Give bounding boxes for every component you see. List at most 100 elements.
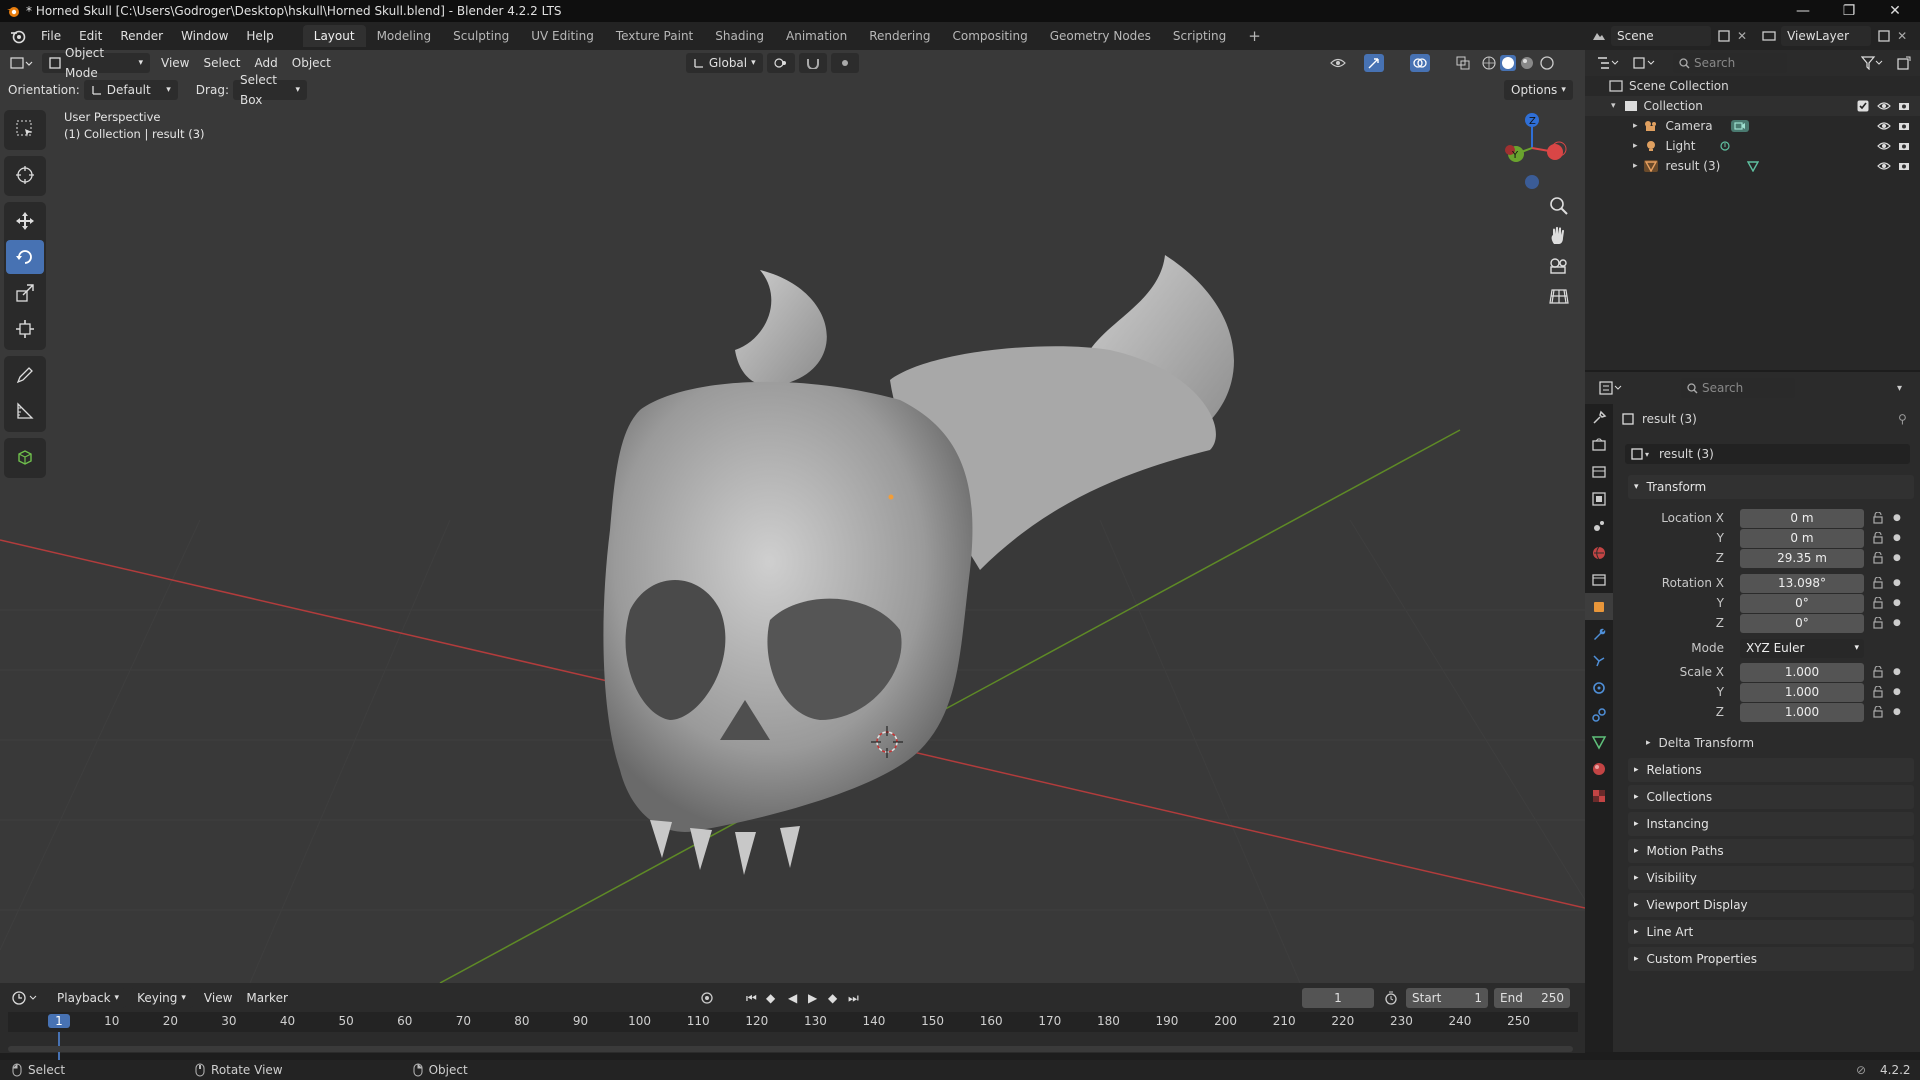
- visibility-panel-header[interactable]: ▸ Visibility: [1628, 866, 1914, 890]
- tab-view-layer[interactable]: [1585, 485, 1613, 512]
- mesh-data-icon[interactable]: [1747, 160, 1759, 172]
- relations-panel-header[interactable]: ▸ Relations: [1628, 758, 1914, 782]
- tab-constraints[interactable]: [1585, 701, 1613, 728]
- menu-window[interactable]: Window: [172, 25, 237, 47]
- menu-help[interactable]: Help: [237, 25, 282, 47]
- keyframe-dot-icon[interactable]: ●: [1893, 513, 1901, 523]
- editor-type-icon[interactable]: [10, 55, 34, 71]
- lock-icon[interactable]: [1873, 597, 1883, 609]
- minimize-button[interactable]: —: [1780, 0, 1826, 22]
- blender-menu-icon[interactable]: [10, 28, 26, 44]
- properties-search-input[interactable]: Search: [1681, 378, 1795, 398]
- render-camera-icon[interactable]: [1898, 160, 1910, 172]
- visibility-eye-icon[interactable]: [1877, 161, 1891, 171]
- annotate-tool[interactable]: [6, 358, 44, 392]
- keyframe-dot-icon[interactable]: ●: [1893, 598, 1901, 608]
- jump-end-icon[interactable]: ⏭: [848, 991, 859, 1006]
- render-camera-icon[interactable]: [1898, 100, 1910, 112]
- visibility-eye-icon[interactable]: [1877, 141, 1891, 151]
- keyframe-dot-icon[interactable]: ●: [1893, 578, 1901, 588]
- keyframe-dot-icon[interactable]: ●: [1893, 553, 1901, 563]
- tab-layout[interactable]: Layout: [302, 25, 366, 47]
- chevron-right-icon[interactable]: ▸: [1633, 161, 1638, 171]
- keyframe-dot-icon[interactable]: ●: [1893, 618, 1901, 628]
- jump-start-icon[interactable]: ⏮: [746, 991, 757, 1006]
- menu-select[interactable]: Select: [196, 56, 247, 70]
- cursor-tool[interactable]: [6, 158, 44, 192]
- tab-shading[interactable]: Shading: [704, 25, 775, 47]
- render-camera-icon[interactable]: [1898, 120, 1910, 132]
- lock-icon[interactable]: [1873, 512, 1883, 524]
- delta-transform-subpanel[interactable]: ▸ Delta Transform: [1642, 733, 1912, 753]
- timeline-view-menu[interactable]: View: [197, 991, 239, 1005]
- motion-paths-panel-header[interactable]: ▸ Motion Paths: [1628, 839, 1914, 863]
- display-mode-icon[interactable]: [1633, 56, 1655, 70]
- jump-keyframe-back-icon[interactable]: ◆: [766, 991, 775, 1005]
- lock-icon[interactable]: [1873, 532, 1883, 544]
- collections-panel-header[interactable]: ▸ Collections: [1628, 785, 1914, 809]
- exclude-checkbox-icon[interactable]: [1857, 100, 1869, 112]
- wireframe-shading-icon[interactable]: [1482, 56, 1496, 70]
- jump-keyframe-forward-icon[interactable]: ◆: [828, 991, 837, 1005]
- location-z-field[interactable]: 29.35 m: [1740, 548, 1864, 568]
- tab-data[interactable]: [1585, 728, 1613, 755]
- transform-tool[interactable]: [6, 312, 44, 346]
- perspective-toggle-icon[interactable]: [1548, 286, 1570, 306]
- play-icon[interactable]: ▶: [808, 991, 817, 1005]
- timeline-marker-menu[interactable]: Marker: [239, 991, 294, 1005]
- orientation-dropdown[interactable]: Default ▾: [83, 80, 178, 100]
- lock-icon[interactable]: [1873, 577, 1883, 589]
- overlays-toggle-icon[interactable]: [1410, 54, 1430, 72]
- rotation-x-field[interactable]: 13.098°: [1740, 573, 1864, 593]
- scene-name-field[interactable]: Scene: [1611, 26, 1711, 46]
- rotation-z-field[interactable]: 0°: [1740, 613, 1864, 633]
- play-reverse-icon[interactable]: ◀: [788, 991, 797, 1005]
- xray-toggle-icon[interactable]: [1456, 56, 1470, 70]
- tab-sculpting[interactable]: Sculpting: [442, 25, 520, 47]
- chevron-right-icon[interactable]: ▸: [1633, 121, 1638, 131]
- scale-z-field[interactable]: 1.000: [1740, 702, 1864, 722]
- lock-icon[interactable]: [1873, 706, 1883, 718]
- instancing-panel-header[interactable]: ▸ Instancing: [1628, 812, 1914, 836]
- camera-view-icon[interactable]: [1548, 256, 1570, 276]
- tab-rendering[interactable]: Rendering: [858, 25, 941, 47]
- material-shading-icon[interactable]: [1520, 56, 1534, 70]
- pivot-point-button[interactable]: [766, 53, 795, 73]
- new-view-layer-icon[interactable]: [1877, 29, 1891, 43]
- timeline-scrollbar[interactable]: [8, 1046, 1573, 1052]
- close-button[interactable]: ✕: [1872, 0, 1918, 22]
- scale-tool[interactable]: [6, 276, 44, 310]
- rendered-shading-icon[interactable]: [1540, 56, 1554, 70]
- lock-icon[interactable]: [1873, 617, 1883, 629]
- remove-view-layer-icon[interactable]: ✕: [1897, 29, 1907, 43]
- tab-texture[interactable]: [1585, 782, 1613, 809]
- move-tool[interactable]: [6, 204, 44, 238]
- new-collection-icon[interactable]: [1897, 56, 1911, 70]
- lock-icon[interactable]: [1873, 666, 1883, 678]
- menu-add[interactable]: Add: [248, 56, 285, 70]
- options-dropdown[interactable]: Options ▾: [1504, 80, 1573, 100]
- rotate-tool[interactable]: [6, 240, 44, 274]
- outliner-editor-icon[interactable]: [1597, 56, 1619, 70]
- current-frame-field[interactable]: 1: [1302, 988, 1374, 1008]
- tab-collection[interactable]: [1585, 566, 1613, 593]
- scale-y-field[interactable]: 1.000: [1740, 682, 1864, 702]
- tab-scripting[interactable]: Scripting: [1162, 25, 1237, 47]
- outliner-row-scene-collection[interactable]: Scene Collection: [1585, 76, 1920, 96]
- outliner-row-camera[interactable]: ▸ Camera: [1585, 116, 1920, 136]
- chevron-down-icon[interactable]: ▾: [1611, 101, 1616, 111]
- playback-menu[interactable]: Playback ▾: [50, 988, 127, 1008]
- visibility-eye-icon[interactable]: [1877, 121, 1891, 131]
- start-frame-field[interactable]: Start 1: [1406, 988, 1488, 1008]
- chevron-down-icon[interactable]: ▾: [1897, 383, 1902, 394]
- custom-properties-panel-header[interactable]: ▸ Custom Properties: [1628, 947, 1914, 971]
- viewport-display-panel-header[interactable]: ▸ Viewport Display: [1628, 893, 1914, 917]
- drag-dropdown[interactable]: Select Box ▾: [232, 73, 307, 107]
- line-art-panel-header[interactable]: ▸ Line Art: [1628, 920, 1914, 944]
- rotation-mode-dropdown[interactable]: XYZ Euler ▾: [1740, 638, 1864, 658]
- tab-object[interactable]: [1585, 593, 1613, 620]
- tab-uv-editing[interactable]: UV Editing: [520, 25, 605, 47]
- location-y-field[interactable]: 0 m: [1740, 528, 1864, 548]
- pan-hand-icon[interactable]: [1548, 226, 1570, 246]
- auto-keying-icon[interactable]: [700, 991, 716, 1005]
